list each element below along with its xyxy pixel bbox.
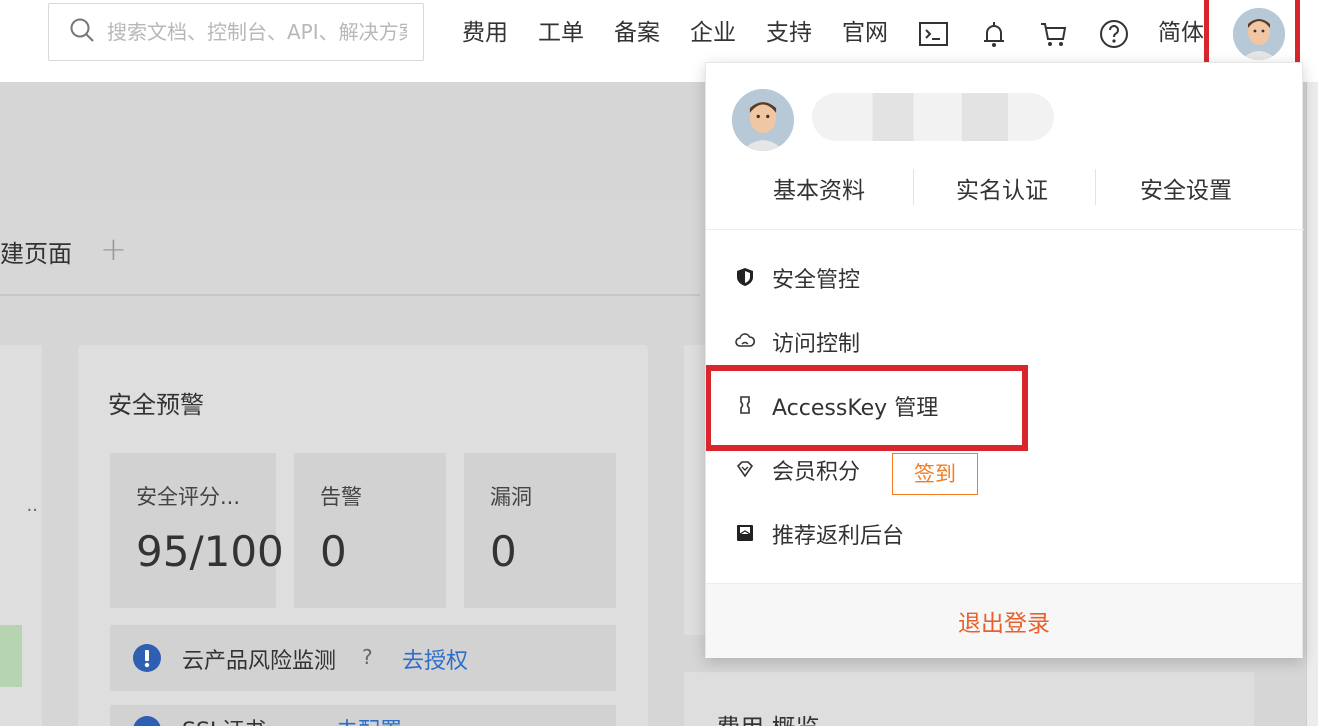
ssl-row: SSL证书 去配置 xyxy=(110,705,616,726)
info-icon xyxy=(132,715,162,726)
search-box[interactable] xyxy=(48,3,424,61)
menu-item-access-control[interactable]: 访问控制 xyxy=(730,317,1280,367)
ssl-configure-link[interactable]: 去配置 xyxy=(336,713,402,726)
info-icon xyxy=(132,643,162,677)
nav-tickets[interactable]: 工单 xyxy=(538,18,584,48)
security-score-stat[interactable]: 安全评分... 95/100 xyxy=(110,453,284,608)
dropdown-footer: 退出登录 xyxy=(706,583,1302,658)
security-alert-card: 安全预警 安全评分... 95/100 告警 0 漏洞 0 云产品风险监测 ? … xyxy=(78,345,648,726)
nav-support[interactable]: 支持 xyxy=(766,18,812,48)
search-input[interactable] xyxy=(107,20,407,44)
alerts-stat[interactable]: 告警 0 xyxy=(294,453,446,608)
ellipsis-text: .. xyxy=(26,495,38,516)
stat-label: 告警 xyxy=(320,485,362,509)
cost-overview-card: 费用 概览 xyxy=(684,672,1254,726)
divider xyxy=(913,169,914,205)
menu-item-label: 安全管控 xyxy=(772,268,861,293)
risk-label: 云产品风险监测 xyxy=(182,649,337,674)
status-block xyxy=(0,625,22,687)
logout-button[interactable]: 退出登录 xyxy=(706,604,1302,638)
left-card-partial: .. xyxy=(0,345,42,726)
card-title: 费用 概览 xyxy=(716,708,820,726)
authorize-link[interactable]: 去授权 xyxy=(402,643,468,675)
stat-value: 0 xyxy=(490,527,517,576)
sign-in-badge-button[interactable]: 签到 xyxy=(892,453,978,495)
menu-item-label: 访问控制 xyxy=(772,332,861,357)
language-switch[interactable]: 简体 xyxy=(1158,18,1204,48)
shield-icon xyxy=(734,266,756,288)
avatar[interactable] xyxy=(1233,8,1285,60)
stat-value: 95/100 xyxy=(136,527,284,576)
stat-value: 0 xyxy=(320,527,347,576)
stat-label: 漏洞 xyxy=(490,485,532,509)
account-dropdown-menu: 基本资料 实名认证 安全设置 安全管控 访问控制 AccessKey 管理 会员… xyxy=(705,62,1304,658)
help-icon[interactable] xyxy=(1098,18,1130,50)
username-redacted xyxy=(812,93,1054,141)
nav-official-site[interactable]: 官网 xyxy=(842,18,888,48)
search-icon xyxy=(69,17,95,47)
menu-item-member-points[interactable]: 会员积分 xyxy=(730,445,1280,495)
menu-item-referral-rebate[interactable]: 推荐返利后台 xyxy=(730,509,1280,559)
nav-enterprise[interactable]: 企业 xyxy=(690,18,736,48)
accesskey-highlight-box xyxy=(706,365,1028,451)
cloud-icon xyxy=(734,330,756,352)
bell-icon[interactable] xyxy=(978,18,1010,50)
add-tab-button[interactable]: + xyxy=(100,230,127,268)
stat-label: 安全评分... xyxy=(136,485,241,509)
diamond-icon xyxy=(734,458,756,480)
security-settings-link[interactable]: 安全设置 xyxy=(1140,171,1232,205)
ssl-label: SSL证书 xyxy=(182,713,266,726)
menu-item-label: 会员积分 xyxy=(772,460,861,485)
card-title: 安全预警 xyxy=(108,391,204,419)
avatar xyxy=(732,89,794,151)
nav-icp-filing[interactable]: 备案 xyxy=(614,18,660,48)
vulnerabilities-stat[interactable]: 漏洞 0 xyxy=(464,453,616,608)
nav-billing[interactable]: 费用 xyxy=(462,18,508,48)
divider xyxy=(1095,169,1096,205)
menu-item-label: 推荐返利后台 xyxy=(772,524,905,549)
help-icon[interactable]: ? xyxy=(362,645,373,669)
menu-item-security-control[interactable]: 安全管控 xyxy=(730,253,1280,303)
scrollbar[interactable] xyxy=(1306,82,1318,726)
divider xyxy=(706,229,1304,230)
real-name-verification-link[interactable]: 实名认证 xyxy=(956,171,1048,205)
basic-profile-link[interactable]: 基本资料 xyxy=(773,171,865,205)
cart-icon[interactable] xyxy=(1038,18,1070,50)
risk-monitor-row: 云产品风险监测 ? 去授权 xyxy=(110,625,616,691)
wallet-icon xyxy=(734,522,756,544)
workspace-tab[interactable]: 建页面 xyxy=(0,234,72,269)
terminal-icon[interactable] xyxy=(918,18,950,50)
